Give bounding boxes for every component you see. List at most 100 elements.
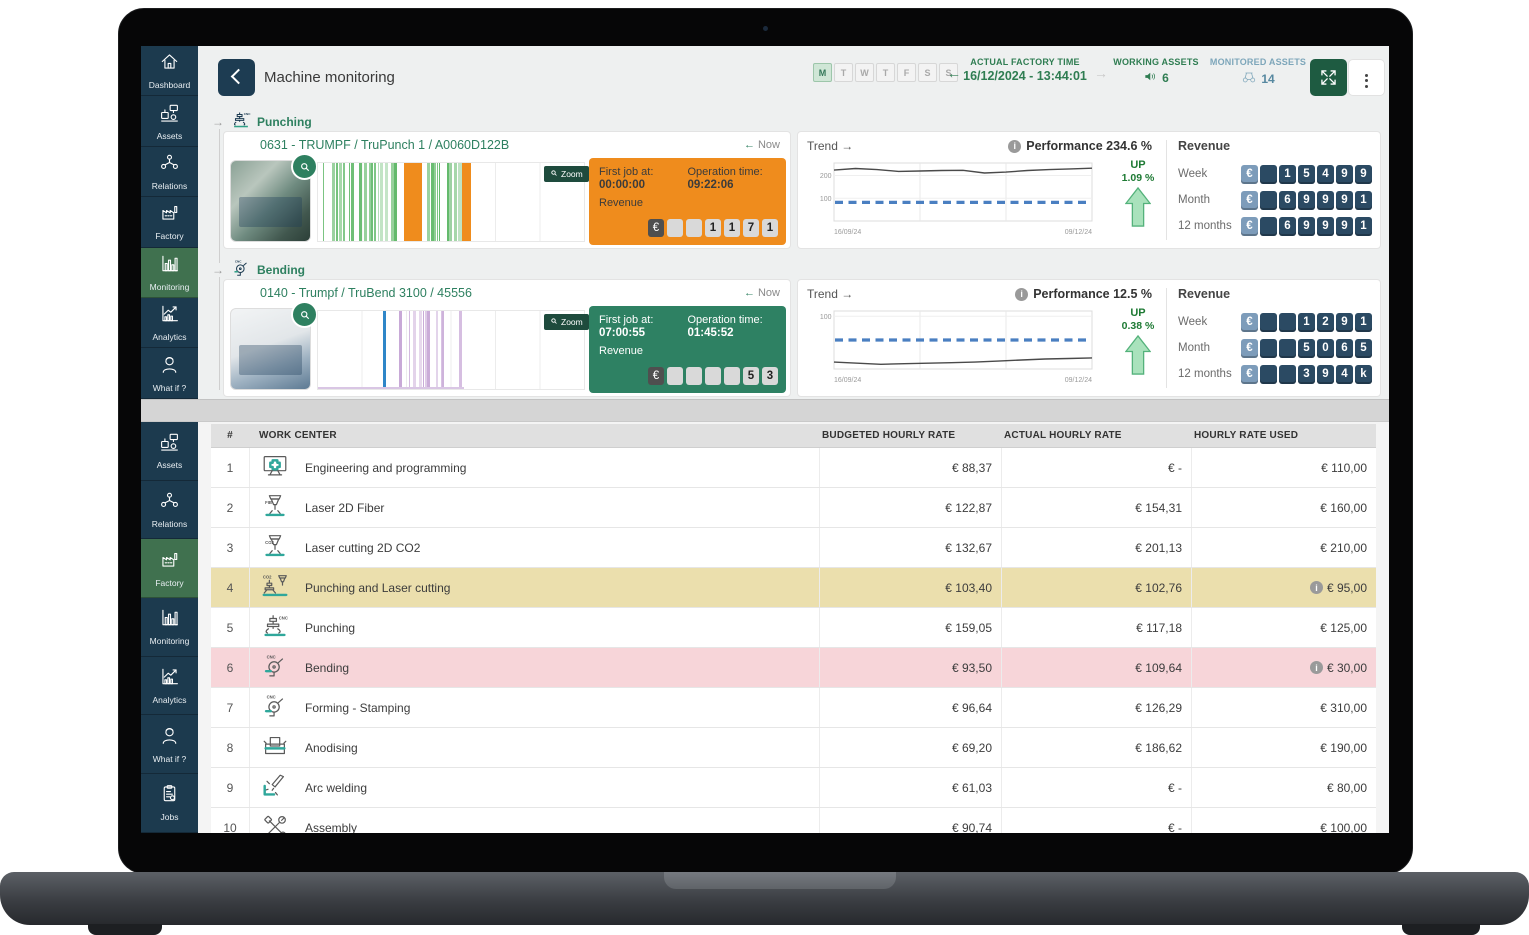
used-rate-value-wrap: i€ 95,00 (1310, 581, 1367, 595)
digit-box: 7 (743, 219, 759, 237)
timeline-stripe (419, 311, 421, 389)
timeline-block (383, 311, 386, 389)
operation-time-label: Operation time: (688, 166, 777, 178)
sidebar-item-analytics[interactable]: Analytics (141, 298, 198, 348)
blank-digit-box (1260, 165, 1277, 184)
sidebar-item-assets[interactable]: Assets (141, 422, 198, 481)
photo-magnifier-button[interactable] (291, 301, 318, 328)
up-label: UP (1114, 307, 1162, 319)
laptop-base (0, 872, 1529, 925)
work-center-row[interactable]: 9Arc welding€ 61,03€ -€ 80,00 (211, 768, 1376, 808)
first-job-block: First job at:07:00:55 (599, 314, 688, 339)
work-center-row[interactable]: 1Engineering and programming€ 88,37€ -€ … (211, 448, 1376, 488)
used-rate-value: € 100,00 (1320, 821, 1367, 834)
work-center-row[interactable]: 2FIBLaser 2D Fiber€ 122,87€ 154,31€ 160,… (211, 488, 1376, 528)
digit-box: 1 (762, 219, 778, 237)
trend-label: Trend → (807, 139, 853, 153)
timeline-stripe (409, 311, 411, 389)
up-percentage: 0.38 % (1114, 320, 1162, 332)
used-rate-value: € 125,00 (1320, 621, 1367, 635)
rate-info-icon[interactable]: i (1310, 661, 1323, 674)
day-button-0[interactable]: M (813, 63, 832, 82)
asset-title-link[interactable]: 0140 - Trumpf / TruBend 3100 / 45556 (260, 286, 472, 300)
blank-digit-box (1279, 365, 1296, 384)
day-button-4[interactable]: F (897, 63, 916, 82)
photo-magnifier-button[interactable] (291, 153, 318, 180)
revenue-counter: €394k (1241, 365, 1372, 384)
sidebar-item-monitoring[interactable]: Monitoring (141, 248, 198, 298)
job-info-panel: First job at:00:00:00Operation time:09:2… (589, 158, 786, 245)
budgeted-rate-cell: € 159,05 (819, 608, 1001, 647)
expand-arrows-icon (1310, 83, 1347, 100)
section-guide-line (219, 124, 220, 390)
sidebar-item-what-if[interactable]: What if ? (141, 348, 198, 398)
digit-box: 9 (1317, 365, 1334, 384)
work-center-cell: Anodising (249, 728, 819, 767)
blank-digit-box (1279, 339, 1296, 358)
work-center-row[interactable]: 6CNCBending€ 93,50€ 109,64i€ 30,00 (211, 648, 1376, 688)
timeline-stripe (351, 163, 354, 241)
fullscreen-button[interactable] (1310, 59, 1347, 96)
previous-day-arrow[interactable]: ← (947, 65, 961, 81)
sidebar-item-assets[interactable]: Assets (141, 96, 198, 146)
day-button-2[interactable]: W (855, 63, 874, 82)
digit-box: 1 (1355, 313, 1372, 332)
next-day-arrow[interactable]: → (1094, 65, 1108, 81)
day-button-5[interactable]: S (918, 63, 937, 82)
rate-info-icon[interactable]: i (1310, 581, 1323, 594)
digit-box: 0 (1317, 339, 1334, 358)
revenue-row-month: Month€69991 (1178, 190, 1372, 210)
work-center-row[interactable]: 4CO2Punching and Laser cutting€ 103,40€ … (211, 568, 1376, 608)
now-arrow-icon: ← (744, 287, 755, 299)
machine-photo-shape (239, 345, 302, 375)
svg-text:09/12/24: 09/12/24 (1065, 377, 1092, 384)
budgeted-rate-cell: € 122,87 (819, 488, 1001, 527)
sidebar-item-analytics[interactable]: Analytics (141, 657, 198, 716)
sidebar-item-factory[interactable]: Factory (141, 197, 198, 247)
sidebar-item-monitoring[interactable]: Monitoring (141, 598, 198, 657)
trend-chart: 10016/09/2409/12/24 (814, 307, 1106, 389)
row-number: 4 (211, 581, 249, 595)
used-rate-cell: i€ 30,00 (1191, 648, 1376, 687)
used-rate-value: € 80,00 (1327, 781, 1367, 795)
panel-split-scrollbar[interactable] (141, 399, 1389, 422)
euro-box: € (1241, 191, 1258, 210)
work-center-row[interactable]: 5CNCPunching€ 159,05€ 117,18€ 125,00 (211, 608, 1376, 648)
used-rate-cell: € 210,00 (1191, 528, 1376, 567)
first-job-label: First job at: (599, 166, 688, 178)
digit-box: 4 (1317, 165, 1334, 184)
sidebar-item-what-if[interactable]: What if ? (141, 715, 198, 774)
info-icon[interactable]: i (1008, 140, 1021, 153)
machine-status-card: 0631 - TRUMPF / TruPunch 1 / A0060D122B←… (223, 131, 791, 249)
revenue-period-label: 12 months (1178, 368, 1232, 380)
operation-time-label: Operation time: (688, 314, 777, 326)
work-center-row[interactable]: 8Anodising€ 69,20€ 186,62€ 190,00 (211, 728, 1376, 768)
svg-text:16/09/24: 16/09/24 (834, 229, 861, 236)
digit-box: 5 (1298, 339, 1315, 358)
timeline-zoom-button[interactable]: Zoom (544, 314, 589, 330)
euro-box: € (1241, 339, 1258, 358)
laser-co2-icon: CO2 (260, 531, 290, 564)
monitoring-icon (159, 253, 180, 279)
sidebar-item-factory[interactable]: Factory (141, 539, 198, 598)
used-rate-cell: € 160,00 (1191, 488, 1376, 527)
sidebar-item-relations[interactable]: Relations (141, 481, 198, 540)
timeline-zoom-button[interactable]: Zoom (544, 166, 589, 182)
sidebar-item-jobs[interactable]: Jobs (141, 774, 198, 833)
kebab-menu-button[interactable] (1348, 59, 1385, 96)
sidebar-item-dashboard[interactable]: Dashboard (141, 46, 198, 96)
timeline-stripe (439, 163, 440, 241)
work-center-row[interactable]: 3CO2Laser cutting 2D CO2€ 132,67€ 201,13… (211, 528, 1376, 568)
asset-title-link[interactable]: 0631 - TRUMPF / TruPunch 1 / A0060D122B (260, 138, 509, 152)
work-center-rates-panel: # WORK CENTER BUDGETED HOURLY RATE ACTUA… (198, 422, 1389, 833)
info-icon[interactable]: i (1015, 288, 1028, 301)
day-button-3[interactable]: T (876, 63, 895, 82)
back-button[interactable] (218, 59, 255, 96)
work-center-row[interactable]: 10Assembly€ 90,74€ -€ 100,00 (211, 808, 1376, 833)
work-center-row[interactable]: 7CNCForming - Stamping€ 96,64€ 126,29€ 3… (211, 688, 1376, 728)
sidebar-item-relations[interactable]: Relations (141, 147, 198, 197)
revenue-period-label: 12 months (1178, 220, 1232, 232)
day-button-1[interactable]: T (834, 63, 853, 82)
timeline-stripe (323, 163, 324, 241)
row-number: 10 (211, 821, 249, 834)
